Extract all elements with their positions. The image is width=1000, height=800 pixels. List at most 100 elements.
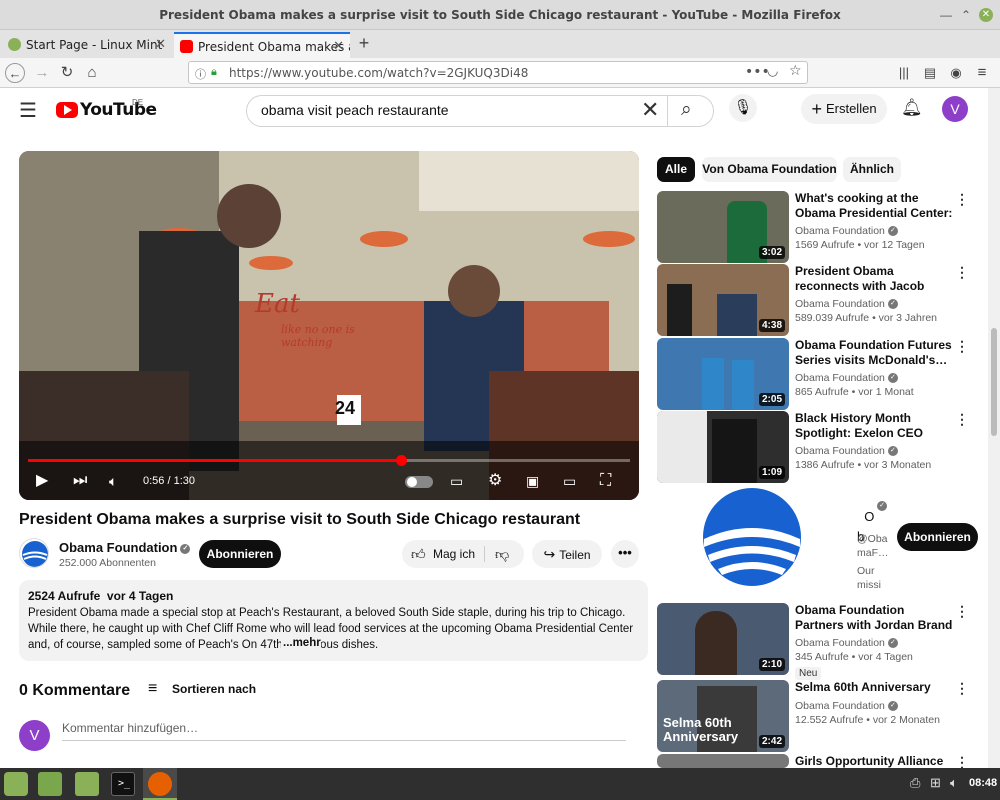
rec-channel[interactable]: Obama Foundation ✓: [795, 372, 898, 384]
rec-channel[interactable]: Obama Foundation ✓: [795, 637, 898, 649]
recommendation-item[interactable]: Selma 60th Anniversary 2:42 Selma 60th A…: [657, 680, 977, 752]
fullscreen-icon[interactable]: ⛶: [600, 471, 611, 491]
play-icon[interactable]: ▶: [36, 471, 48, 491]
channel-avatar[interactable]: [19, 538, 49, 568]
pocket-icon[interactable]: ◡: [767, 64, 778, 79]
close-window-icon[interactable]: ✕: [979, 8, 993, 22]
channel-card-subscribe-button[interactable]: Abonnieren: [897, 523, 978, 551]
rec-more-icon[interactable]: ⋮: [955, 754, 969, 768]
share-button[interactable]: ↪ Teilen: [532, 540, 602, 568]
account-icon[interactable]: ◉: [946, 63, 966, 83]
tab-close-icon[interactable]: ✕: [155, 32, 166, 58]
forward-icon[interactable]: →: [32, 63, 52, 83]
miniplayer-icon[interactable]: ▣: [526, 471, 539, 491]
home-icon[interactable]: ⌂: [82, 63, 102, 83]
channel-card-logo[interactable]: [702, 487, 802, 587]
recommendation-item[interactable]: 4:38 President Obama reconnects with Jac…: [657, 264, 977, 336]
network-icon[interactable]: ⊞: [930, 775, 941, 791]
maximize-icon[interactable]: ⌃: [959, 8, 973, 22]
linux-mint-menu-icon[interactable]: [4, 772, 28, 796]
thumbnail[interactable]: 2:05: [657, 338, 789, 410]
back-icon[interactable]: ←: [5, 63, 25, 83]
avatar[interactable]: V: [942, 96, 968, 122]
tab-youtube[interactable]: President Obama makes a s ✕: [174, 32, 350, 58]
search-input[interactable]: [261, 102, 641, 118]
files-icon[interactable]: [75, 772, 99, 796]
comment-input[interactable]: Kommentar hinzufügen…: [62, 721, 626, 741]
bookmark-star-icon[interactable]: ☆: [789, 63, 802, 79]
dislike-thumb-icon[interactable]: 👎︎: [495, 540, 509, 568]
show-desktop-icon[interactable]: [38, 772, 62, 796]
thumbnail[interactable]: 3:02: [657, 191, 789, 263]
rec-title[interactable]: Obama Foundation Futures Series visits M…: [795, 338, 955, 368]
scrollbar-thumb[interactable]: [991, 328, 997, 436]
new-tab-icon[interactable]: +: [354, 33, 374, 53]
library-icon[interactable]: |||: [894, 63, 914, 83]
recommendation-item[interactable]: 2:10 Obama Foundation Partners with Jord…: [657, 603, 977, 675]
page-scrollbar[interactable]: [988, 88, 1000, 768]
next-icon[interactable]: ⏭︎: [73, 471, 87, 491]
url-bar[interactable]: ⓘ 🔒︎ https://www.youtube.com/watch?v=2GJ…: [188, 61, 808, 84]
chip-all[interactable]: Alle: [657, 157, 695, 182]
volume-tray-icon[interactable]: 🔈︎: [950, 775, 958, 791]
like-label[interactable]: Mag ich: [433, 540, 475, 568]
tab-start-page[interactable]: Start Page - Linux Mint ✕: [2, 32, 172, 58]
youtube-logo[interactable]: YouTube DE: [56, 98, 157, 122]
tab-close-icon[interactable]: ✕: [333, 34, 344, 58]
progress-track[interactable]: [28, 455, 630, 466]
info-icon[interactable]: ⓘ: [195, 66, 206, 82]
channel-name[interactable]: Obama Foundation ✓: [59, 540, 191, 555]
sidebar-icon[interactable]: ▤: [920, 63, 940, 83]
thumbnail[interactable]: [657, 754, 789, 768]
rec-more-icon[interactable]: ⋮: [955, 411, 969, 428]
volume-icon[interactable]: 🔈︎: [109, 471, 117, 491]
rec-more-icon[interactable]: ⋮: [955, 603, 969, 620]
terminal-icon[interactable]: >_: [111, 772, 135, 796]
rec-channel[interactable]: Obama Foundation ✓: [795, 700, 898, 712]
chip-related[interactable]: Ähnlich: [843, 157, 901, 182]
microphone-icon[interactable]: 🎙︎: [729, 94, 757, 122]
minimize-icon[interactable]: —: [939, 8, 953, 22]
recommendation-item[interactable]: Girls Opportunity Alliance in… ⋮: [657, 754, 977, 768]
rec-more-icon[interactable]: ⋮: [955, 680, 969, 697]
rec-more-icon[interactable]: ⋮: [955, 338, 969, 355]
hamburger-menu-icon[interactable]: ☰: [19, 98, 37, 123]
url-text[interactable]: https://www.youtube.com/watch?v=2GJKUQ3D…: [229, 66, 528, 80]
rec-channel[interactable]: Obama Foundation ✓: [795, 225, 898, 237]
description-box[interactable]: 2524 Aufrufe vor 4 Tagen President Obama…: [19, 580, 648, 661]
video-player[interactable]: Eat like no one is watching 24 ▶ ⏭︎ 🔈︎ 0…: [19, 151, 639, 500]
firefox-taskbar-button[interactable]: [143, 768, 177, 800]
more-link[interactable]: ...mehr: [281, 637, 321, 649]
menu-icon[interactable]: ≡: [972, 63, 992, 83]
thumbnail[interactable]: 4:38: [657, 264, 789, 336]
chip-from-channel[interactable]: Von Obama Foundation: [702, 157, 837, 182]
printer-icon[interactable]: ⎙: [910, 775, 920, 791]
thumbnail[interactable]: 1:09: [657, 411, 789, 483]
reload-icon[interactable]: ↻: [57, 63, 77, 83]
recommendation-item[interactable]: 3:02 What's cooking at the Obama Preside…: [657, 191, 977, 263]
rec-title[interactable]: Black History Month Spotlight: Exelon CE…: [795, 411, 955, 441]
rec-title[interactable]: Girls Opportunity Alliance in…: [795, 754, 955, 768]
notifications-bell-icon[interactable]: 🔔︎: [901, 98, 923, 118]
search-box[interactable]: ✕ ⌕: [246, 95, 714, 127]
thumbnail[interactable]: Selma 60th Anniversary 2:42: [657, 680, 789, 752]
sort-icon[interactable]: ≡: [148, 680, 157, 698]
thumbnail[interactable]: 2:10: [657, 603, 789, 675]
rec-title[interactable]: President Obama reconnects with Jacob Ph…: [795, 264, 955, 294]
recommendation-item[interactable]: 1:09 Black History Month Spotlight: Exel…: [657, 411, 977, 483]
subscribe-button[interactable]: Abonnieren: [199, 540, 281, 568]
rec-title[interactable]: Obama Foundation Partners with Jordan Br…: [795, 603, 955, 633]
recommendation-item[interactable]: 2:05 Obama Foundation Futures Series vis…: [657, 338, 977, 410]
clear-search-icon[interactable]: ✕: [641, 97, 659, 123]
rec-channel[interactable]: Obama Foundation ✓: [795, 445, 898, 457]
rec-more-icon[interactable]: ⋮: [955, 264, 969, 281]
theater-mode-icon[interactable]: ▭: [563, 471, 576, 491]
more-actions-icon[interactable]: •••: [611, 540, 639, 568]
subtitles-icon[interactable]: ▭: [450, 471, 463, 491]
settings-gear-icon[interactable]: ⚙: [488, 471, 502, 491]
search-icon[interactable]: ⌕: [681, 99, 692, 121]
create-button[interactable]: + Erstellen: [801, 94, 887, 124]
autoplay-toggle[interactable]: [405, 476, 433, 488]
rec-title[interactable]: What's cooking at the Obama Presidential…: [795, 191, 955, 221]
rec-more-icon[interactable]: ⋮: [955, 191, 969, 208]
